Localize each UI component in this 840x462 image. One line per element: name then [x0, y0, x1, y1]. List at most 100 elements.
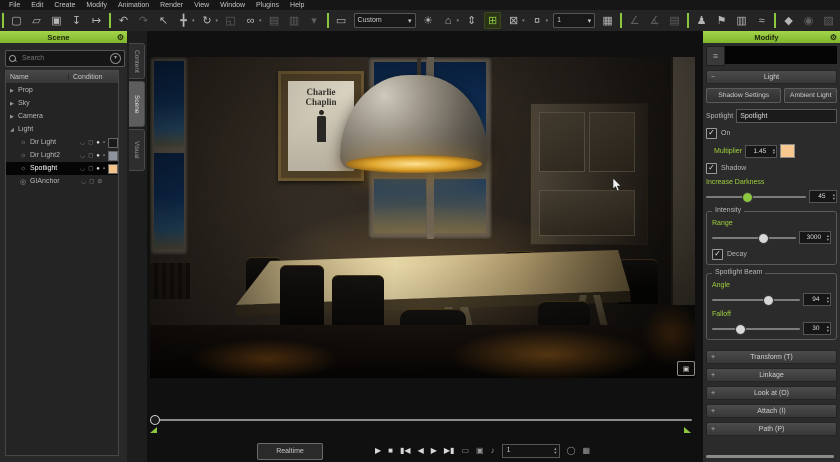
expand-icon[interactable]: + — [707, 390, 719, 397]
range-slider[interactable] — [712, 237, 796, 239]
shadow-checkbox[interactable]: ✓ — [706, 163, 717, 174]
display-mode-icon[interactable]: ▭ — [334, 13, 349, 28]
camera-select[interactable]: 1 ▾ — [553, 13, 595, 28]
section-attach[interactable]: + Attach (I) — [706, 404, 837, 418]
expand-view-dropdown[interactable]: ▾ — [522, 18, 525, 24]
redo-icon[interactable]: ↷ — [136, 13, 151, 28]
tree-row-light[interactable]: ◢Light — [6, 123, 118, 136]
lighting-icon[interactable]: ☀ — [421, 13, 436, 28]
expand-view-icon[interactable]: ⊠ — [506, 13, 521, 28]
go-to-start-button[interactable]: ▮◀ — [400, 446, 411, 455]
frame-number-input[interactable] — [505, 446, 555, 455]
menu-file[interactable]: File — [4, 2, 25, 9]
timeline-end-marker[interactable] — [684, 427, 691, 433]
state-dot-icon[interactable]: ● — [96, 140, 100, 146]
light-name-field[interactable]: Spotlight — [736, 109, 837, 123]
fit-view-icon[interactable]: ⇕ — [464, 13, 479, 28]
tab-content[interactable]: Content — [129, 43, 145, 79]
gizmo-icon[interactable]: ◆ — [781, 13, 796, 28]
clipboard-icon[interactable]: ▥ — [734, 13, 749, 28]
open-project-icon[interactable]: ▱ — [29, 13, 44, 28]
undo-icon[interactable]: ↶ — [116, 13, 131, 28]
home-view-dropdown[interactable]: ▾ — [457, 18, 460, 24]
lock-icon[interactable]: ◻ — [88, 165, 93, 172]
light-color-swatch[interactable] — [108, 151, 118, 161]
rotate-tool-icon[interactable]: ↻ — [200, 13, 215, 28]
light-color-swatch[interactable] — [780, 144, 795, 158]
lock-icon[interactable]: ◻ — [88, 139, 93, 146]
move-tool-icon[interactable]: ╋ — [176, 13, 191, 28]
tab-visual[interactable]: Visual — [129, 129, 145, 171]
range-field[interactable]: 3000 ▴▾ — [799, 231, 831, 244]
menu-view[interactable]: View — [189, 2, 214, 9]
visibility-toggle-icon[interactable]: ◡ — [80, 152, 85, 159]
state-square-icon[interactable]: ▪ — [103, 153, 105, 159]
multiplier-field[interactable]: 1.45 ▴▾ — [745, 145, 777, 158]
angle-spinner[interactable]: ▴▾ — [827, 296, 829, 303]
state-square-icon[interactable]: ▪ — [103, 166, 105, 172]
flag-icon[interactable]: ⚑ — [714, 13, 729, 28]
render-video-button[interactable]: ▦ — [583, 446, 591, 455]
lock-icon[interactable]: ◻ — [89, 178, 94, 185]
play-button[interactable]: ▶ — [375, 446, 381, 455]
slider-knob[interactable] — [742, 192, 753, 203]
horizontal-scrollbar[interactable] — [706, 455, 834, 458]
visibility-toggle-icon[interactable]: ◡ — [81, 178, 86, 185]
duplicate-icon[interactable]: ▤ — [267, 13, 282, 28]
media-folder-icon[interactable]: ▨ — [821, 13, 836, 28]
go-to-end-button[interactable]: ▶▮ — [444, 446, 455, 455]
caret-icon[interactable]: ▶ — [10, 114, 15, 120]
gear-icon[interactable]: ⚙ — [117, 33, 124, 42]
grid-snap-icon[interactable]: ⊞ — [484, 12, 501, 29]
slider-knob[interactable] — [735, 324, 746, 335]
expand-icon[interactable]: + — [707, 372, 719, 379]
realtime-button[interactable]: Realtime — [257, 443, 323, 460]
increase-darkness-slider[interactable] — [706, 196, 806, 198]
increase-darkness-field[interactable]: 45 ▴▾ — [809, 190, 837, 203]
motion-curve-icon[interactable]: ≈ — [754, 13, 769, 28]
expand-icon[interactable]: + — [707, 408, 719, 415]
menu-render[interactable]: Render — [155, 2, 188, 9]
scale-tool-icon[interactable]: ◱ — [223, 13, 238, 28]
caret-icon[interactable]: ◢ — [10, 127, 15, 133]
caret-icon[interactable]: ▶ — [10, 88, 15, 94]
audio-button[interactable]: ♪ — [491, 446, 495, 455]
menu-modify[interactable]: Modify — [81, 2, 112, 9]
multiplier-spinner[interactable]: ▴▾ — [773, 148, 775, 155]
visibility-toggle-icon[interactable]: ◡ — [80, 165, 85, 172]
select-tool-icon[interactable]: ↖ — [156, 13, 171, 28]
tree-row-prop[interactable]: ▶Prop — [6, 84, 118, 97]
more-tools-chevron-icon[interactable]: ▾ — [307, 13, 322, 28]
falloff-slider[interactable] — [712, 328, 800, 330]
menu-window[interactable]: Window — [215, 2, 250, 9]
slider-knob[interactable] — [763, 295, 774, 306]
next-frame-button[interactable]: ▶ — [431, 446, 437, 455]
ambient-light-button[interactable]: Ambient Light — [784, 88, 837, 103]
paste-icon[interactable]: ▥ — [287, 13, 302, 28]
light-color-swatch[interactable] — [108, 164, 118, 174]
visibility-toggle-icon[interactable]: ◡ — [80, 139, 85, 146]
loop-button[interactable]: ▭ — [461, 446, 469, 455]
menu-plugins[interactable]: Plugins — [251, 2, 284, 9]
tree-row-spotlight[interactable]: ☼Spotlight ◡ ◻ ● ▪ — [6, 162, 118, 175]
stop-button[interactable]: ■ — [388, 446, 393, 455]
range-spinner[interactable]: ▴▾ — [827, 234, 829, 241]
rotate-tool-dropdown[interactable]: ▾ — [216, 18, 219, 24]
state-square-icon[interactable]: ▪ — [103, 140, 105, 146]
collapse-icon[interactable]: − — [707, 74, 719, 81]
save-icon[interactable]: ▣ — [49, 13, 64, 28]
world-icon[interactable]: ◉ — [801, 13, 816, 28]
frame-number-field[interactable]: ▴▾ — [502, 444, 560, 458]
tree-row-dir-light2[interactable]: ☼Dir Light2 ◡ ◻ ● ▪ — [6, 149, 118, 162]
disabled-icon[interactable]: ⊘ — [97, 178, 102, 185]
marquee-icon[interactable]: ¤ — [530, 13, 545, 28]
new-file-icon[interactable]: ▢ — [9, 13, 24, 28]
expand-icon[interactable]: + — [707, 354, 719, 361]
render-window[interactable]: Charlie Chaplin — [150, 57, 695, 378]
expand-icon[interactable]: + — [707, 426, 719, 433]
record-button[interactable]: ◯ — [567, 446, 576, 455]
state-dot-icon[interactable]: ● — [96, 166, 100, 172]
import-icon[interactable]: ↧ — [69, 13, 84, 28]
previous-frame-button[interactable]: ◀ — [418, 446, 424, 455]
search-filter-icon[interactable]: ▾ — [110, 53, 121, 64]
